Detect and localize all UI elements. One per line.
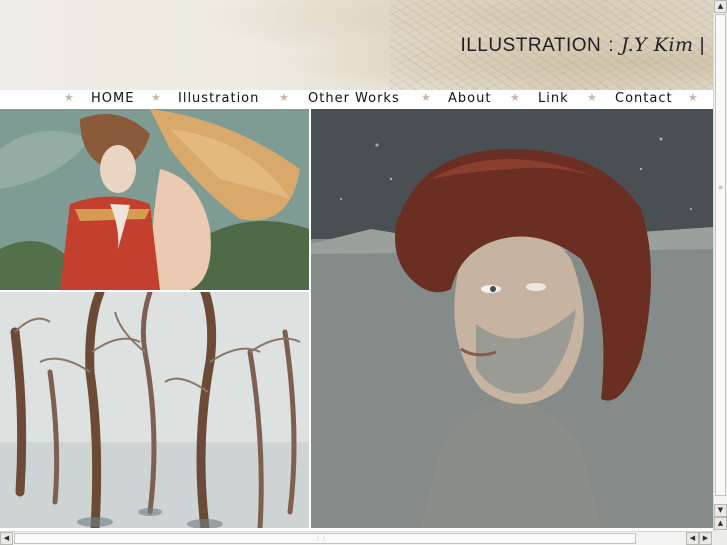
nav-other-works[interactable]: Other Works xyxy=(308,91,400,106)
nav-illustration[interactable]: Illustration xyxy=(178,91,259,106)
nav-star-icon: ★ xyxy=(510,91,520,104)
scroll-right-icon[interactable]: ▶ xyxy=(699,532,712,545)
nav-star-icon: ★ xyxy=(688,91,698,104)
scroll-left-icon[interactable]: ◀ xyxy=(686,532,699,545)
site-header: ILLUSTRATION: J.Y Kim | xyxy=(0,0,713,90)
illustration-portrait[interactable] xyxy=(311,109,713,528)
vertical-scrollbar[interactable]: ▲ ≡ ▼ ▲ xyxy=(713,0,727,531)
author-signature: J.Y Kim xyxy=(621,34,694,56)
nav-star-icon: ★ xyxy=(279,91,289,104)
site-title: ILLUSTRATION: J.Y Kim | xyxy=(460,34,705,57)
site-title-text: ILLUSTRATION xyxy=(460,35,602,56)
nav-home[interactable]: HOME xyxy=(91,91,134,106)
nav-contact[interactable]: Contact xyxy=(615,91,673,106)
illustration-winter-trees[interactable] xyxy=(0,292,309,528)
vertical-scroll-thumb[interactable]: ≡ xyxy=(715,14,726,496)
horizontal-scroll-thumb[interactable]: ⋮⋮ xyxy=(14,533,636,544)
nav-star-icon: ★ xyxy=(587,91,597,104)
nav-star-icon: ★ xyxy=(151,91,161,104)
grip-icon: ≡ xyxy=(718,184,724,191)
grip-icon: ⋮⋮ xyxy=(315,535,327,542)
illustration-couple[interactable] xyxy=(0,109,309,290)
nav-about[interactable]: About xyxy=(448,91,491,106)
title-separator: : xyxy=(608,35,614,56)
title-bar: | xyxy=(699,35,705,56)
portrait-artwork xyxy=(311,109,713,528)
trees-artwork xyxy=(0,292,309,528)
scroll-up-icon[interactable]: ▲ xyxy=(714,0,727,13)
nav-star-icon: ★ xyxy=(64,91,74,104)
nav-link[interactable]: Link xyxy=(538,91,569,106)
main-nav: ★ HOME ★ Illustration ★ Other Works ★ Ab… xyxy=(0,90,713,109)
scroll-up-icon[interactable]: ▲ xyxy=(714,517,727,530)
couple-artwork xyxy=(0,109,309,290)
scroll-down-icon[interactable]: ▼ xyxy=(714,504,727,517)
horizontal-scrollbar[interactable]: ◀ ⋮⋮ ◀ ▶ xyxy=(0,531,713,545)
scroll-left-icon[interactable]: ◀ xyxy=(0,532,13,545)
scrollbar-corner xyxy=(713,531,727,545)
nav-star-icon: ★ xyxy=(421,91,431,104)
